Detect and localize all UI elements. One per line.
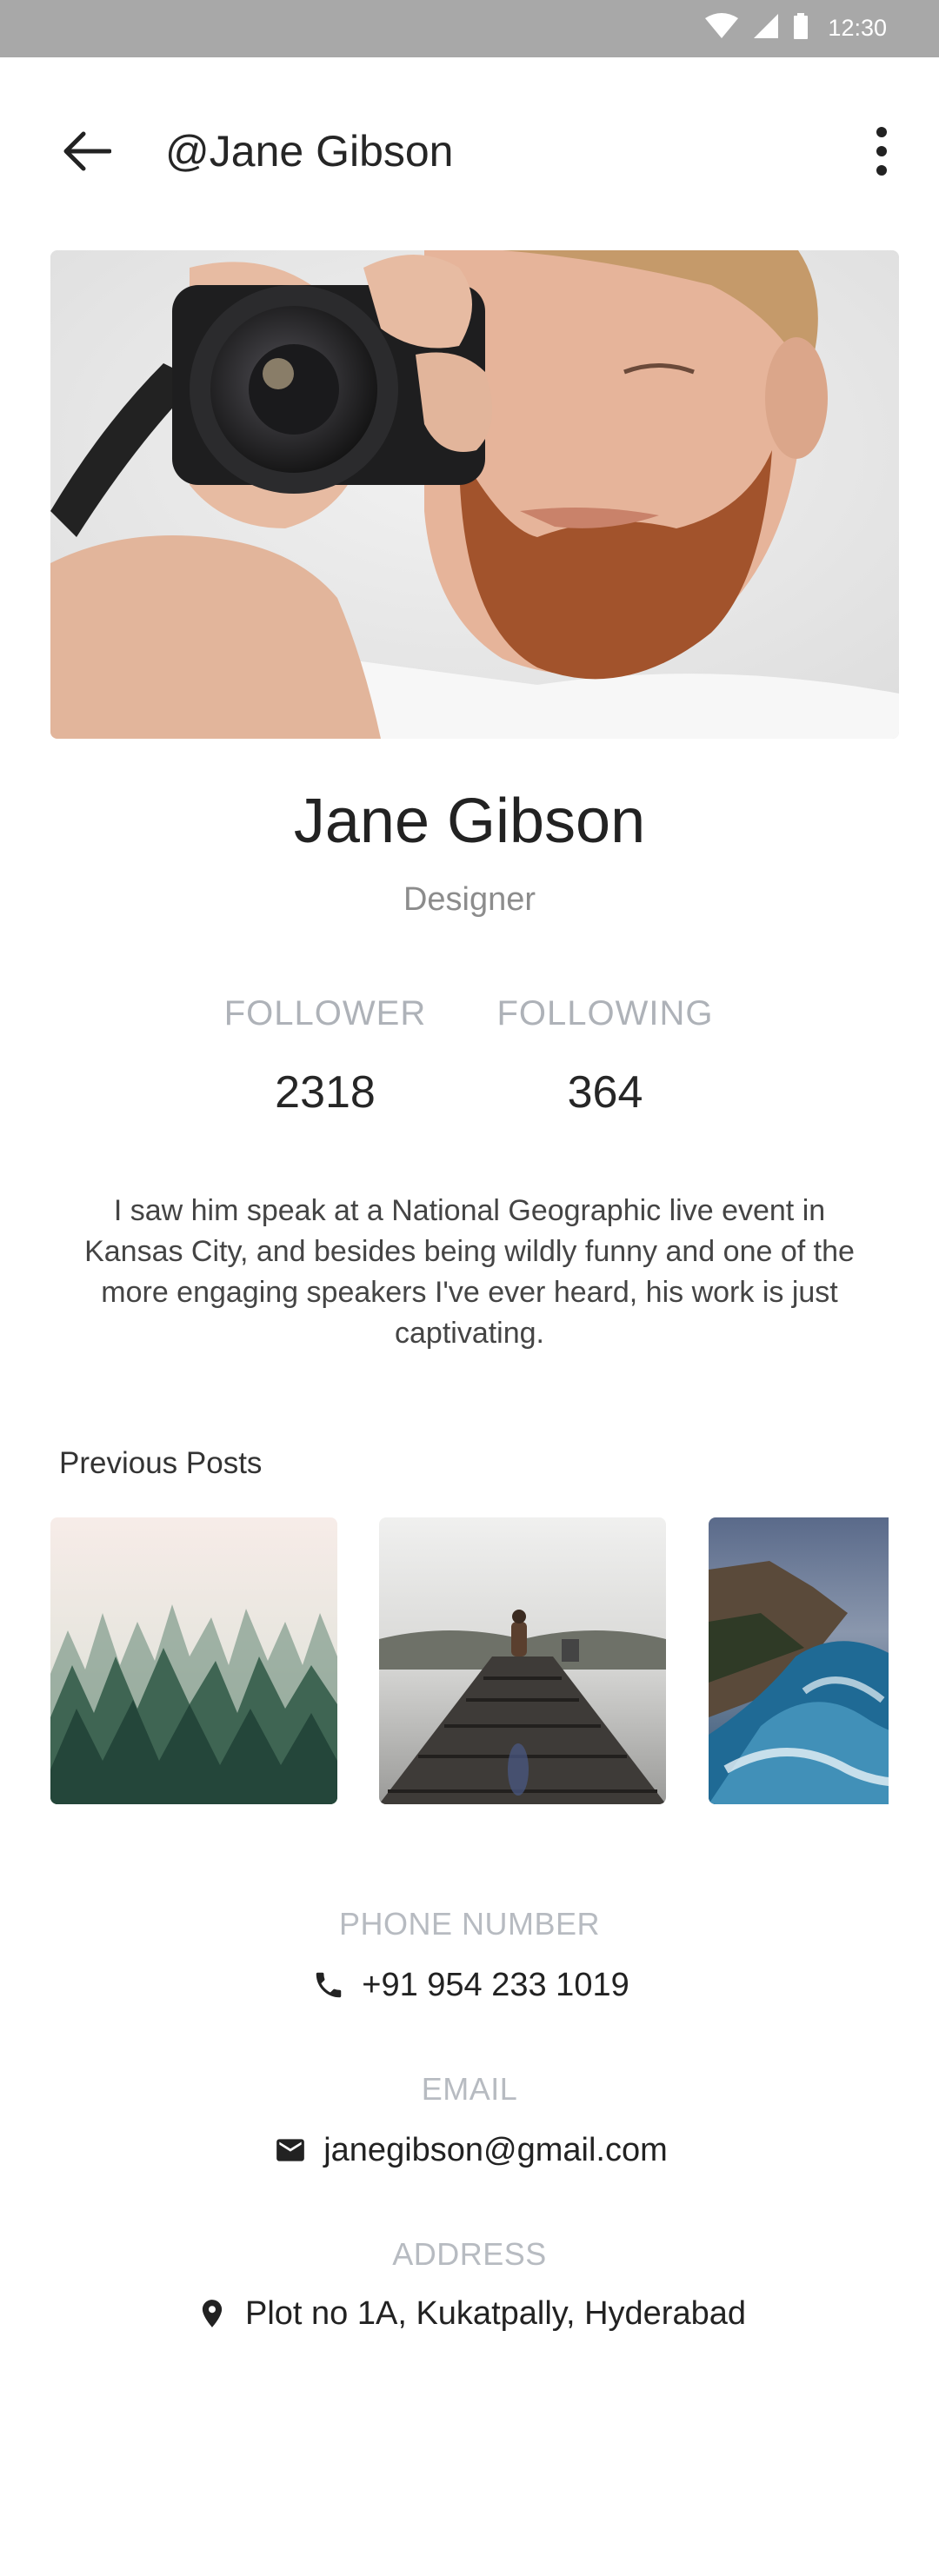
address-value: Plot no 1A, Kukatpally, Hyderabad	[245, 2295, 746, 2332]
post-thumbnail-railway[interactable]	[379, 1517, 666, 1804]
signal-icon	[753, 13, 779, 43]
status-bar: 12:30	[0, 0, 939, 57]
email-row[interactable]: janegibson@gmail.com	[0, 2128, 939, 2173]
following-count: 364	[567, 1067, 643, 1118]
location-pin-icon	[193, 2294, 231, 2333]
phone-icon	[310, 1966, 348, 2004]
phone-value: +91 954 233 1019	[362, 1967, 629, 2003]
email-label: EMAIL	[421, 2071, 518, 2107]
profile-role: Designer	[403, 881, 536, 918]
post-thumbnail-forest[interactable]	[50, 1517, 337, 1804]
address-row[interactable]: Plot no 1A, Kukatpally, Hyderabad	[0, 2291, 939, 2336]
back-button[interactable]	[56, 122, 118, 184]
profile-name: Jane Gibson	[293, 787, 646, 856]
post-thumbnail-coast[interactable]	[709, 1517, 889, 1804]
app-bar: @Jane Gibson	[0, 57, 939, 245]
follower-count: 2318	[275, 1067, 376, 1118]
page-title: @Jane Gibson	[165, 127, 454, 176]
following-stat[interactable]: FOLLOWING 364	[466, 989, 744, 1121]
follower-stat[interactable]: FOLLOWER 2318	[186, 989, 464, 1121]
previous-posts-carousel[interactable]	[50, 1517, 889, 1804]
follower-label: FOLLOWER	[223, 994, 427, 1032]
status-time: 12:30	[828, 15, 887, 41]
previous-posts-heading: Previous Posts	[59, 1446, 263, 1480]
address-label: ADDRESS	[392, 2236, 547, 2272]
arrow-left-icon	[63, 130, 112, 176]
wifi-icon	[704, 12, 739, 43]
battery-icon	[793, 12, 809, 43]
following-label: FOLLOWING	[496, 994, 714, 1032]
cover-photo	[50, 250, 899, 739]
phone-label: PHONE NUMBER	[338, 1906, 601, 1942]
email-value: janegibson@gmail.com	[323, 2132, 668, 2168]
mail-icon	[271, 2131, 310, 2169]
status-icons: 12:30	[704, 10, 887, 45]
phone-row[interactable]: +91 954 233 1019	[0, 1962, 939, 2008]
profile-bio: I saw him speak at a National Geographic…	[84, 1194, 855, 1350]
more-vert-icon	[875, 126, 889, 180]
more-options-button[interactable]	[856, 118, 908, 188]
